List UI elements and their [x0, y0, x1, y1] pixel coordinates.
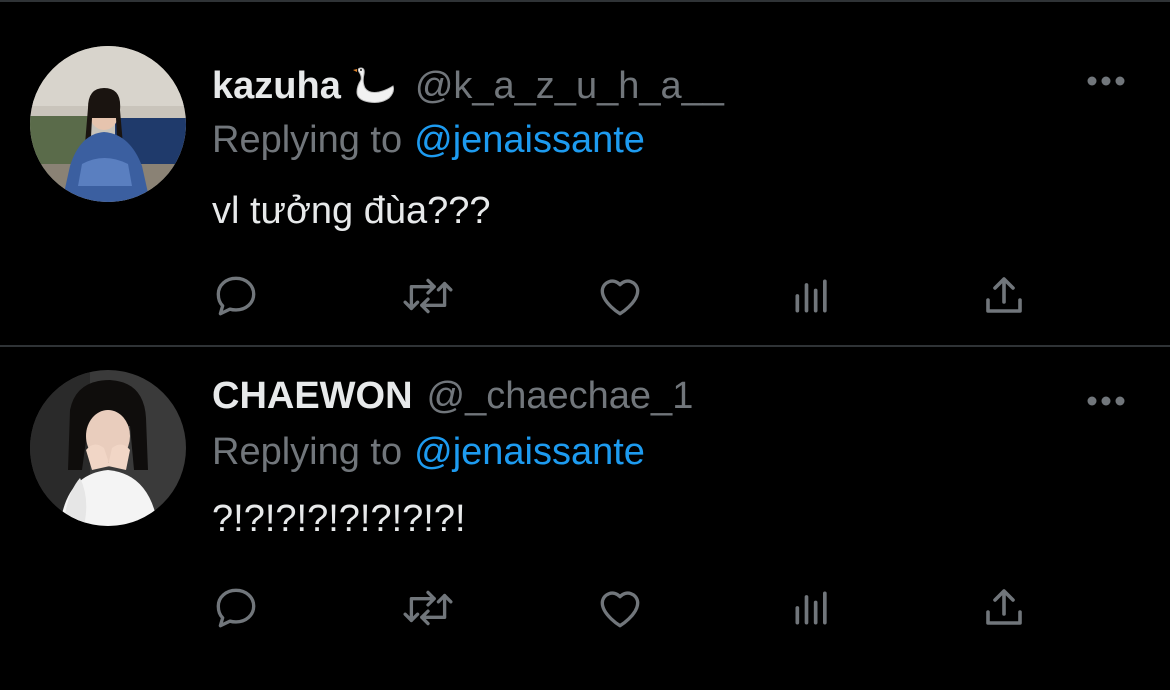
avatar[interactable]: [30, 370, 186, 526]
share-icon[interactable]: [976, 268, 1032, 324]
views-icon[interactable]: [784, 268, 840, 324]
display-name[interactable]: CHAEWON: [212, 375, 413, 418]
avatar-photo: [30, 370, 186, 526]
handle[interactable]: @k_a_z_u_h_a__: [415, 65, 724, 108]
mention-link[interactable]: @jenaissante: [414, 431, 645, 474]
avatar[interactable]: [30, 46, 186, 202]
replying-label: Replying to: [212, 118, 403, 161]
swan-icon: [351, 66, 397, 106]
more-icon[interactable]: [1086, 74, 1126, 86]
tweet[interactable]: kazuha @k_a_z_u_h_a__ Replying to @jenai…: [0, 4, 1170, 346]
action-bar: [0, 268, 1170, 324]
like-icon[interactable]: [592, 268, 648, 324]
tweet-header: kazuha @k_a_z_u_h_a__: [212, 60, 724, 112]
display-name[interactable]: kazuha: [212, 65, 341, 108]
tweet-text: ?!?!?!?!?!?!?!?!: [212, 498, 466, 540]
views-icon[interactable]: [784, 580, 840, 636]
retweet-icon[interactable]: [400, 580, 456, 636]
retweet-icon[interactable]: [400, 268, 456, 324]
tweet-divider: [0, 345, 1170, 347]
action-bar: [0, 580, 1170, 636]
avatar-photo: [30, 46, 186, 202]
tweet-header: CHAEWON @_chaechae_1: [212, 370, 693, 422]
like-icon[interactable]: [592, 580, 648, 636]
tweet-text: vl tưởng đùa???: [212, 190, 491, 232]
share-icon[interactable]: [976, 580, 1032, 636]
reply-icon[interactable]: [208, 268, 264, 324]
top-divider: [0, 0, 1170, 2]
more-icon[interactable]: [1086, 394, 1126, 406]
replying-to: Replying to @jenaissante: [212, 116, 645, 164]
tweet[interactable]: CHAEWON @_chaechae_1 Replying to @jenais…: [0, 348, 1170, 690]
reply-icon[interactable]: [208, 580, 264, 636]
handle[interactable]: @_chaechae_1: [427, 375, 694, 418]
replying-to: Replying to @jenaissante: [212, 428, 645, 476]
replying-label: Replying to: [212, 430, 403, 473]
mention-link[interactable]: @jenaissante: [414, 119, 645, 162]
